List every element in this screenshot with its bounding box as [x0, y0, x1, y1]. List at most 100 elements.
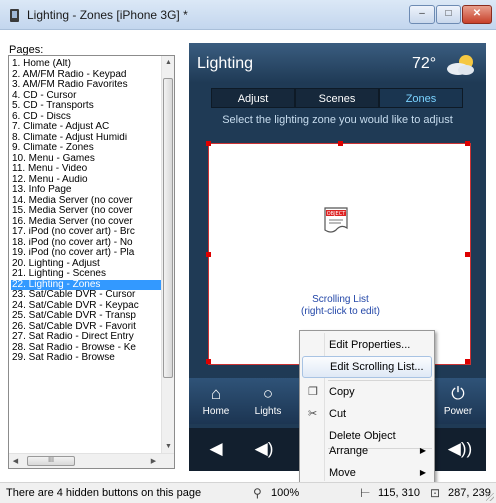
lights-button-label: Lights [254, 406, 282, 417]
page-list-item[interactable]: 11. Menu - Video [11, 164, 161, 175]
page-list-item[interactable]: 1. Home (Alt) [11, 59, 161, 70]
page-list-item[interactable]: 16. Media Server (no cover [11, 217, 161, 228]
page-list-item[interactable]: 29. Sat Radio - Browse [11, 353, 161, 364]
object-size: 287, 239 [448, 487, 491, 499]
object-icon: OBJECT [324, 207, 348, 233]
temperature-readout: 72° [412, 55, 437, 72]
status-bar: There are 4 hidden buttons on this page … [0, 482, 496, 503]
page-list-item[interactable]: 14. Media Server (no cover [11, 196, 161, 207]
resize-handle-sw[interactable] [206, 359, 211, 364]
page-list-item[interactable]: 28. Sat Radio - Browse - Ke [11, 343, 161, 354]
resize-handle-ne[interactable] [465, 141, 470, 146]
instruction-text: Select the lighting zone you would like … [222, 114, 453, 126]
scroll-right-arrow-icon[interactable]: ▶ [147, 454, 160, 468]
menu-item-label: Arrange [329, 445, 369, 457]
scroll-up-arrow-icon[interactable]: ▲ [162, 56, 174, 69]
volume-down-button[interactable]: ◀) [245, 430, 283, 468]
bulb-icon: ○ [262, 384, 274, 403]
home-button-label: Home [202, 406, 230, 417]
page-list-item[interactable]: 3. AM/FM Radio Favorites [11, 80, 161, 91]
resize-handle-se[interactable] [465, 359, 470, 364]
tab-adjust[interactable]: Adjust [211, 88, 295, 108]
pages-vertical-scrollbar[interactable]: ▲ ▼ [161, 56, 174, 453]
menu-item-label: Edit Properties... [329, 339, 411, 351]
page-list-item[interactable]: 24. Sat/Cable DVR - Keypac [11, 301, 161, 312]
partly-cloudy-icon [447, 55, 474, 75]
page-list-item[interactable]: 22. Lighting - Zones [11, 279, 161, 290]
page-list-item[interactable]: 15. Media Server (no cover [11, 206, 161, 217]
scissors-icon: ✂ [308, 408, 318, 420]
menu-item-cut[interactable]: ✂ Cut [302, 403, 432, 425]
pages-listbox[interactable]: 1. Home (Alt) 2. AM/FM Radio - Keypad 3. A… [8, 55, 175, 469]
pages-horizontal-scrollbar[interactable]: ◀ III ▶ [9, 453, 174, 468]
page-list-item[interactable]: 2. AM/FM Radio - Keypad [11, 70, 161, 81]
tab-scenes[interactable]: Scenes [295, 88, 379, 108]
volume-high-icon: ◀)) [447, 439, 473, 458]
menu-item-move[interactable]: Move ▶ [302, 462, 432, 484]
scroll-down-arrow-icon[interactable]: ▼ [162, 440, 174, 453]
menu-item-label: Move [329, 467, 356, 479]
menu-item-arrange[interactable]: Arrange ▶ [302, 440, 432, 462]
page-list-item[interactable]: 18. iPod (no cover art) - No [11, 238, 161, 249]
resize-grip-icon[interactable] [486, 493, 494, 501]
page-list-item[interactable]: 25. Sat/Cable DVR - Transp [11, 311, 161, 322]
home-button[interactable]: ⌂ Home [193, 378, 239, 424]
page-list-item[interactable]: 5. CD - Transports [11, 101, 161, 112]
power-button[interactable]: ⏻ Power [435, 378, 481, 424]
page-list-item[interactable]: 9. Climate - Zones [11, 143, 161, 154]
status-message: There are 4 hidden buttons on this page [6, 487, 202, 499]
menu-item-copy[interactable]: ❐ Copy [302, 381, 432, 403]
vertical-scroll-thumb[interactable] [163, 78, 173, 378]
resize-handle-w[interactable] [206, 252, 211, 257]
page-list-item[interactable]: 13. Info Page [11, 185, 161, 196]
submenu-arrow-icon: ▶ [419, 468, 426, 477]
horizontal-scroll-thumb[interactable]: III [27, 456, 75, 466]
submenu-arrow-icon: ▶ [419, 446, 426, 455]
page-list-item[interactable]: 27. Sat Radio - Direct Entry [11, 332, 161, 343]
menu-item-label: Edit Scrolling List... [330, 361, 424, 373]
device-tabs: Adjust Scenes Zones [211, 88, 464, 108]
close-button[interactable]: ✕ [462, 5, 492, 24]
scrolling-list-caption: Scrolling List (right-click to edit) [209, 294, 472, 318]
page-list-item[interactable]: 10. Menu - Games [11, 154, 161, 165]
tab-zones[interactable]: Zones [379, 88, 463, 108]
lights-button[interactable]: ○ Lights [245, 378, 291, 424]
pages-list: 1. Home (Alt) 2. AM/FM Radio - Keypad 3. A… [11, 59, 161, 364]
page-list-item[interactable]: 26. Sat/Cable DVR - Favorit [11, 322, 161, 333]
page-list-item[interactable]: 6. CD - Discs [11, 112, 161, 123]
page-list-item[interactable]: 4. CD - Cursor [11, 91, 161, 102]
cursor-position-icon: ⊢ [360, 486, 371, 500]
context-menu: Edit Properties... Edit Scrolling List..… [299, 330, 435, 484]
scroll-left-arrow-icon[interactable]: ◀ [9, 454, 22, 468]
minimize-button[interactable]: – [409, 5, 435, 24]
copy-icon: ❐ [308, 386, 318, 398]
page-list-item[interactable]: 19. iPod (no cover art) - Pla [11, 248, 161, 259]
page-list-item[interactable]: 12. Menu - Audio [11, 175, 161, 186]
menu-item-label: Cut [329, 408, 347, 420]
page-list-item[interactable]: 21. Lighting - Scenes [11, 269, 161, 280]
zoom-level: 100% [271, 487, 300, 499]
page-list-item[interactable]: 7. Climate - Adjust AC [11, 122, 161, 133]
power-button-label: Power [443, 406, 473, 417]
page-list-item[interactable]: 20. Lighting - Adjust [11, 259, 161, 270]
title-bar: Lighting - Zones [iPhone 3G] * – □ ✕ [0, 0, 496, 30]
object-icon-label: OBJECT [327, 211, 346, 217]
page-list-item[interactable]: 23. Sat/Cable DVR - Cursor [11, 290, 161, 301]
menu-item-edit-properties[interactable]: Edit Properties... [302, 334, 432, 356]
power-icon: ⏻ [451, 384, 465, 403]
maximize-button[interactable]: □ [436, 5, 461, 24]
menu-item-edit-scrolling-list[interactable]: Edit Scrolling List... [302, 356, 432, 378]
resize-handle-e[interactable] [465, 252, 470, 257]
home-icon: ⌂ [210, 384, 222, 403]
page-list-item[interactable]: 17. iPod (no cover art) - Brc [11, 227, 161, 238]
volume-up-button[interactable]: ◀)) [441, 430, 479, 468]
cursor-position: 115, 310 [378, 487, 421, 499]
page-list-item[interactable]: 8. Climate - Adjust Humidi [11, 133, 161, 144]
object-size-icon: ⊡ [430, 486, 441, 500]
device-title: Lighting [197, 55, 254, 72]
resize-handle-n[interactable] [338, 141, 343, 146]
resize-handle-nw[interactable] [206, 141, 211, 146]
window-title: Lighting - Zones [iPhone 3G] * [27, 8, 188, 22]
device-header: Lighting 72° [189, 43, 486, 83]
mute-button[interactable]: ◀ [197, 430, 235, 468]
